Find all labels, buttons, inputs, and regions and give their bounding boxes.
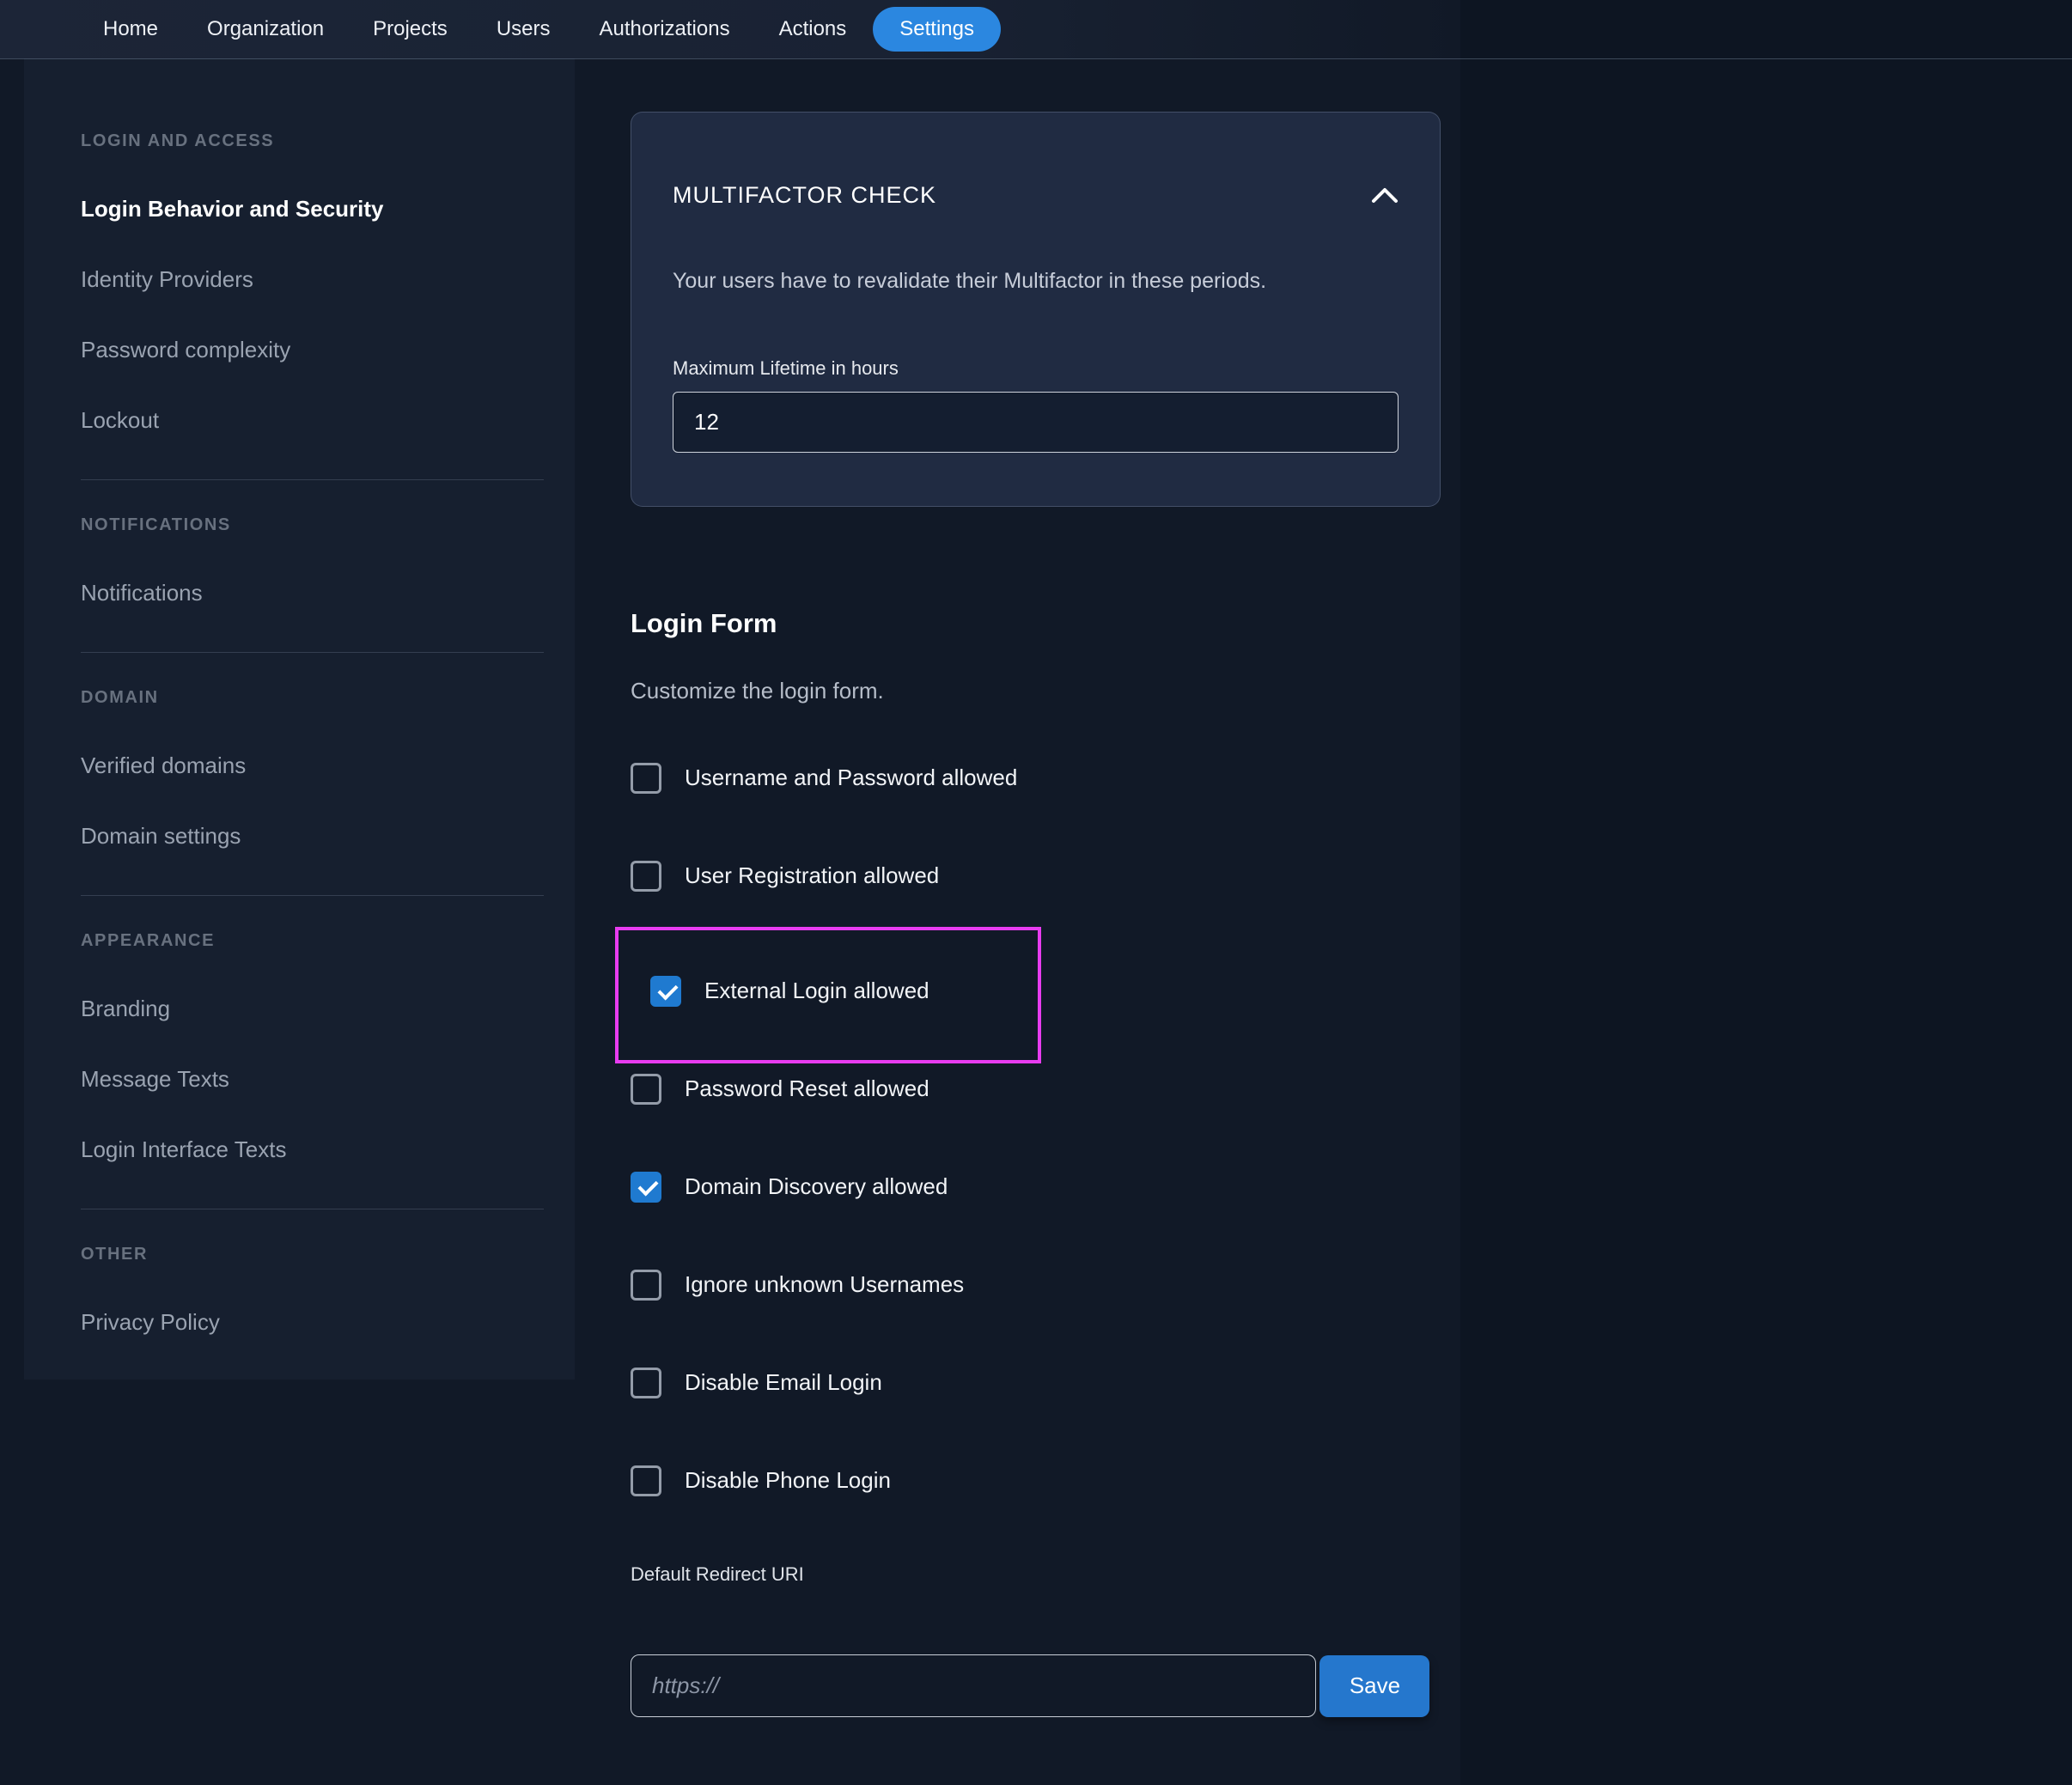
sidebar-section-items: Login Behavior and Security Identity Prov…: [81, 196, 544, 433]
sidebar-item[interactable]: Privacy Policy: [81, 1309, 544, 1335]
checkbox[interactable]: [631, 1269, 661, 1301]
redirect-uri-input[interactable]: [631, 1654, 1316, 1718]
login-form-option-row[interactable]: Ignore unknown Usernames: [631, 1269, 1441, 1301]
sidebar-item[interactable]: Identity Providers: [81, 266, 544, 292]
nav-item[interactable]: Projects: [373, 17, 448, 41]
checkbox[interactable]: [631, 1465, 661, 1496]
multifactor-check-card: MULTIFACTOR CHECK Your users have to rev…: [631, 112, 1441, 507]
sidebar-item[interactable]: Login Interface Texts: [81, 1136, 544, 1162]
main-nav: Home Organization Projects Users Authorizati…: [103, 0, 1001, 58]
sidebar-item[interactable]: Message Texts: [81, 1066, 544, 1092]
sidebar-section-items: Privacy Policy: [81, 1309, 544, 1335]
nav-item[interactable]: Organization: [207, 17, 324, 41]
nav-item[interactable]: Authorizations: [599, 17, 729, 41]
nav-item-settings-active[interactable]: Settings: [873, 7, 1001, 52]
checkbox[interactable]: [650, 975, 681, 1007]
login-form-options: Username and Password allowed User Regis…: [615, 762, 1441, 1496]
checkbox[interactable]: [631, 1367, 661, 1398]
multifactor-card-title: MULTIFACTOR CHECK: [673, 182, 937, 209]
collapse-card-button[interactable]: [1371, 186, 1399, 204]
redirect-uri-label: Default Redirect URI: [631, 1563, 804, 1585]
sidebar-section-header: DOMAIN: [81, 688, 159, 707]
top-navigation-bar: Home Organization Projects Users Authorizati…: [0, 0, 2072, 59]
sidebar-section-header: LOGIN AND ACCESS: [81, 131, 275, 150]
login-form-option-row[interactable]: User Registration allowed: [631, 860, 1441, 892]
login-form-option-row[interactable]: Domain Discovery allowed: [631, 1171, 1441, 1203]
checkbox-label: Ignore unknown Usernames: [685, 1271, 965, 1298]
sidebar-section-header: NOTIFICATIONS: [81, 515, 231, 534]
login-form-option-row[interactable]: Disable Phone Login: [631, 1465, 1441, 1496]
settings-sidebar: LOGIN AND ACCESS Login Behavior and Secu…: [24, 58, 575, 1380]
settings-content: MULTIFACTOR CHECK Your users have to rev…: [615, 58, 1441, 1718]
lifetime-field-label: Maximum Lifetime in hours: [673, 356, 899, 379]
checkbox-label: Password Reset allowed: [685, 1075, 929, 1102]
login-form-option-row[interactable]: Password Reset allowed: [631, 1073, 1441, 1105]
sidebar-section: DOMAIN Verified domains Domain settings: [81, 687, 544, 896]
sidebar-section-items: Notifications: [81, 580, 544, 606]
sidebar-divider: [81, 895, 544, 896]
checkbox[interactable]: [631, 1073, 661, 1105]
sidebar-item[interactable]: Login Behavior and Security: [81, 196, 544, 222]
multifactor-card-description: Your users have to revalidate their Mult…: [673, 268, 1267, 293]
checkbox-label: Username and Password allowed: [685, 765, 1018, 791]
login-form-option-row[interactable]: External Login allowed: [615, 926, 1041, 1063]
sidebar-section: LOGIN AND ACCESS Login Behavior and Secu…: [81, 131, 544, 480]
login-form-option-row[interactable]: Username and Password allowed: [631, 762, 1441, 794]
sidebar-section-header: APPEARANCE: [81, 931, 216, 950]
sidebar-section: NOTIFICATIONS Notifications: [81, 515, 544, 653]
nav-item[interactable]: Actions: [779, 17, 847, 41]
lifetime-input[interactable]: [673, 391, 1399, 453]
sidebar-item[interactable]: Branding: [81, 996, 544, 1021]
checkbox-label: User Registration allowed: [685, 862, 940, 889]
login-form-subtitle: Customize the login form.: [631, 677, 884, 704]
sidebar-section-header: OTHER: [81, 1245, 148, 1264]
sidebar-divider: [81, 652, 544, 653]
sidebar-divider: [81, 479, 544, 480]
nav-items: Home Organization Projects Users Authorizati…: [103, 17, 846, 41]
sidebar-section-items: Verified domains Domain settings: [81, 752, 544, 849]
checkbox[interactable]: [631, 762, 661, 794]
nav-item[interactable]: Users: [497, 17, 551, 41]
checkbox[interactable]: [631, 860, 661, 892]
checkbox-label: Disable Phone Login: [685, 1467, 891, 1494]
sidebar-item[interactable]: Domain settings: [81, 823, 544, 849]
chevron-up-icon: [1372, 188, 1398, 204]
sidebar-section-items: Branding Message Texts Login Interface Tex…: [81, 996, 544, 1162]
sidebar-section: APPEARANCE Branding Message Texts Login In…: [81, 930, 544, 1209]
checkbox[interactable]: [631, 1171, 661, 1203]
sidebar-item[interactable]: Password complexity: [81, 337, 544, 362]
login-form-title: Login Form: [631, 607, 777, 638]
checkbox-label: Disable Email Login: [685, 1369, 882, 1396]
checkbox-label: Domain Discovery allowed: [685, 1173, 948, 1200]
sidebar-item[interactable]: Lockout: [81, 407, 544, 433]
checkbox-label: External Login allowed: [704, 978, 929, 1004]
sidebar-item[interactable]: Notifications: [81, 580, 544, 606]
sidebar-section: OTHER Privacy Policy: [81, 1244, 544, 1335]
nav-item[interactable]: Home: [103, 17, 158, 41]
save-button[interactable]: Save: [1319, 1654, 1430, 1717]
login-form-option-row[interactable]: Disable Email Login: [631, 1367, 1441, 1398]
sidebar-item[interactable]: Verified domains: [81, 752, 544, 778]
